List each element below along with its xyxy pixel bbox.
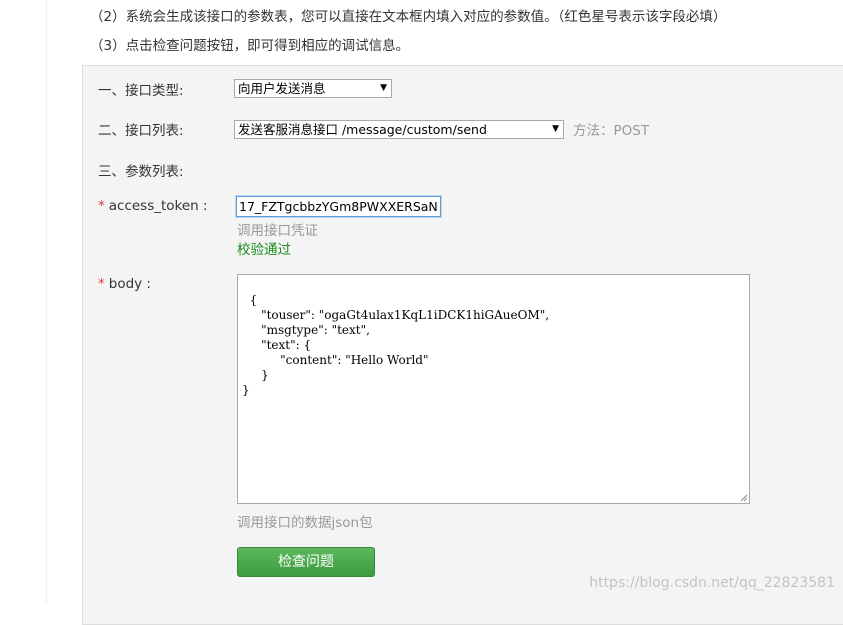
interface-list-select[interactable]: 发送客服消息接口 /message/custom/send ▼	[234, 120, 564, 139]
interface-type-select[interactable]: 向用户发送消息 ▼	[234, 79, 392, 98]
dropdown-arrow-icon: ▼	[380, 83, 387, 93]
required-asterisk: *	[98, 276, 105, 292]
body-json-content: { "touser": "ogaGt4ulax1KqL1iDCK1hiGAueO…	[242, 293, 550, 397]
access-token-hint: 调用接口凭证	[237, 223, 318, 239]
watermark-text: https://blog.csdn.net/qq_22823581	[589, 575, 835, 591]
body-hint: 调用接口的数据json包	[237, 515, 373, 531]
access-token-input[interactable]: 17_FZTgcbbzYGm8PWXXERSaN	[235, 195, 442, 218]
body-label-row: * body :	[98, 276, 151, 292]
resize-handle-icon[interactable]	[740, 494, 748, 502]
interface-type-label: 一、接口类型:	[98, 83, 184, 99]
param-list-label: 三、参数列表:	[98, 164, 184, 180]
access-token-label-row: * access_token :	[98, 198, 208, 214]
instruction-step-2: （2）系统会生成该接口的参数表，您可以直接在文本框内填入对应的参数值。（红色星号…	[90, 9, 727, 25]
check-problem-button[interactable]: 检查问题	[237, 547, 375, 577]
content-left-border	[46, 0, 47, 603]
dropdown-arrow-icon: ▼	[552, 124, 559, 134]
interface-list-label: 二、接口列表:	[98, 123, 184, 139]
body-textarea[interactable]: { "touser": "ogaGt4ulax1KqL1iDCK1hiGAueO…	[237, 274, 750, 504]
instruction-step-3: （3）点击检查问题按钮，即可得到相应的调试信息。	[90, 38, 410, 54]
access-token-validation: 校验通过	[237, 242, 291, 258]
body-label: body :	[108, 276, 151, 292]
interface-list-value: 发送客服消息接口 /message/custom/send	[238, 122, 487, 137]
http-method-label: 方法：POST	[573, 123, 650, 139]
required-asterisk: *	[98, 198, 105, 214]
access-token-label: access_token :	[108, 198, 208, 214]
interface-type-value: 向用户发送消息	[238, 81, 326, 96]
